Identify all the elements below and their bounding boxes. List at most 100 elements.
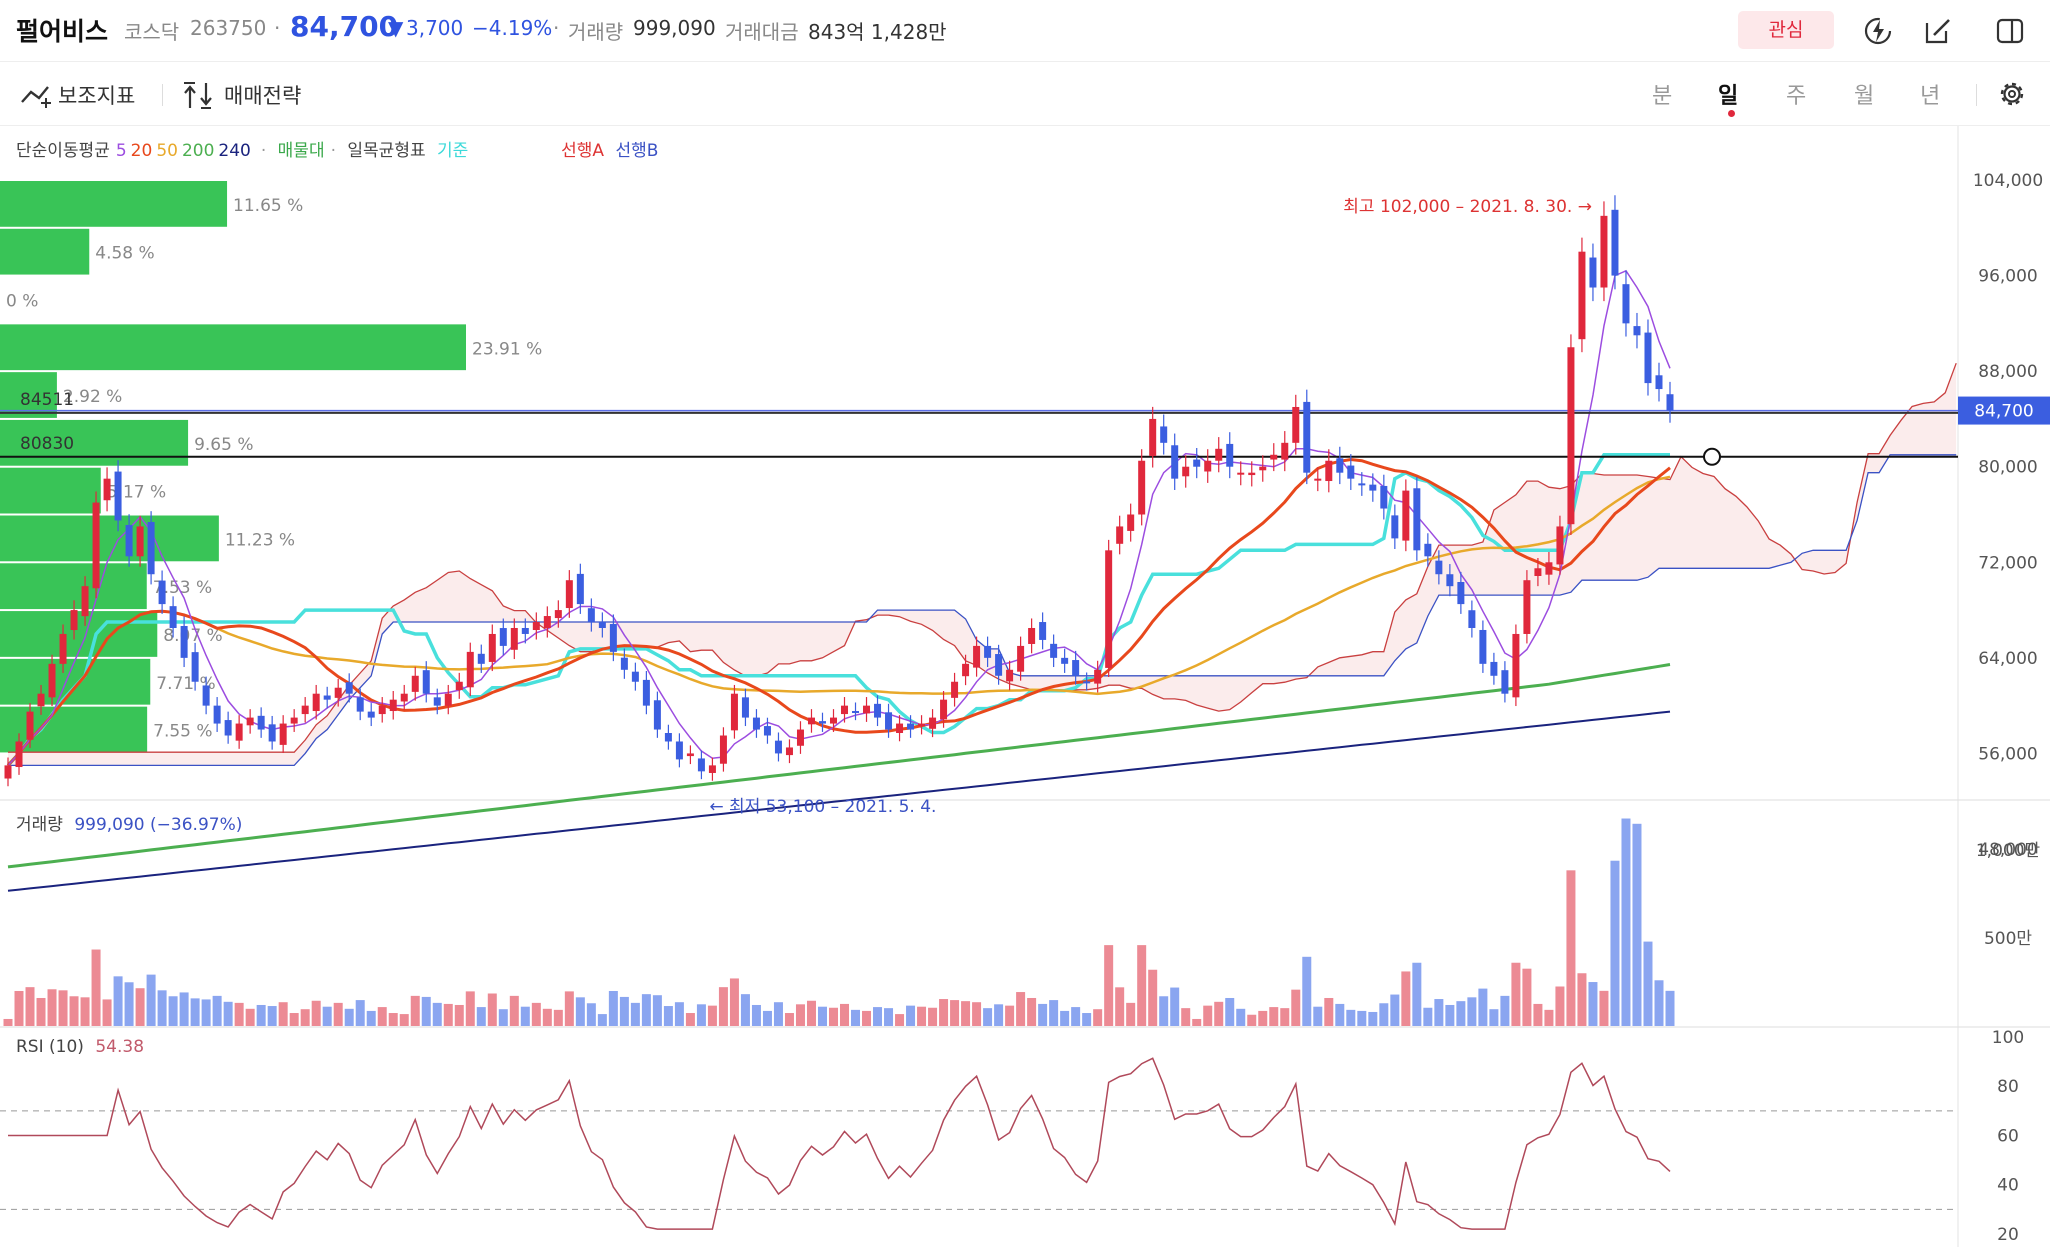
- sma-50-label: 50: [156, 141, 178, 161]
- volume-bar: [663, 1006, 673, 1026]
- ref-line-label: 84511: [20, 390, 74, 410]
- candle-body: [1248, 472, 1256, 476]
- lightning-icon[interactable]: [1862, 15, 1894, 47]
- volume-bar: [851, 1009, 861, 1026]
- period-day[interactable]: 일: [1718, 78, 1738, 110]
- volume-bar: [608, 990, 618, 1026]
- volume-bar: [388, 1013, 398, 1026]
- price-tick-label: 72,000: [1978, 553, 2037, 573]
- volume-bar: [1115, 987, 1125, 1026]
- volume-note: 999,090 (−36.97%): [74, 815, 243, 835]
- volume-bar: [1192, 1018, 1202, 1026]
- volume-bar: [1588, 982, 1598, 1026]
- candle-body: [444, 693, 452, 706]
- candle-body: [257, 715, 265, 730]
- volume-bar: [201, 999, 211, 1026]
- volume-bar: [1610, 860, 1620, 1026]
- edit-icon[interactable]: [1922, 15, 1954, 47]
- volume-bar: [135, 988, 145, 1026]
- candle-body: [829, 717, 837, 724]
- price-tick-label: 64,000: [1978, 649, 2037, 669]
- volume-bar: [531, 1002, 541, 1026]
- volume-bar: [1456, 1001, 1466, 1026]
- candle-body: [1435, 560, 1443, 575]
- candle-body: [1336, 458, 1344, 473]
- volume-bar: [1181, 1008, 1191, 1026]
- candle-body: [411, 675, 419, 692]
- volume-bar: [586, 1003, 596, 1026]
- candle-body: [554, 610, 562, 619]
- candle-body: [466, 651, 474, 688]
- candle-body: [1578, 251, 1586, 340]
- volume-bar: [476, 1007, 486, 1026]
- volume-bar: [1214, 1001, 1224, 1026]
- period-year[interactable]: 년: [1920, 78, 1940, 110]
- volume-bar: [1511, 962, 1521, 1026]
- candle-body: [1556, 526, 1564, 565]
- candle-body: [1237, 472, 1245, 475]
- volume-profile-bar: [0, 228, 90, 275]
- candle-body: [796, 729, 804, 746]
- candle-body: [92, 502, 100, 589]
- volume-bar: [1368, 1011, 1378, 1026]
- candle-body: [852, 711, 860, 714]
- volume-bar: [795, 1004, 805, 1026]
- indicator-button[interactable]: 보조지표: [58, 80, 135, 110]
- volume-bar: [344, 1008, 354, 1026]
- volume-bar: [322, 1006, 332, 1026]
- candle-body: [1094, 669, 1102, 684]
- volume-bar: [718, 987, 728, 1026]
- candle-body: [125, 524, 133, 557]
- period-month[interactable]: 월: [1854, 78, 1874, 110]
- settings-gear-icon[interactable]: [1995, 77, 2029, 111]
- indicator-icon: [21, 86, 51, 108]
- candle-body: [1061, 657, 1069, 664]
- candle-body: [37, 693, 45, 707]
- volume-bar: [146, 974, 156, 1026]
- volume-profile-label: 11.65 %: [233, 196, 303, 216]
- volume-bar: [972, 1002, 982, 1026]
- candle-body: [719, 735, 727, 764]
- volume-bar: [102, 999, 112, 1026]
- candle-body: [785, 747, 793, 756]
- volume-bar: [641, 994, 651, 1026]
- volume-bar: [1126, 1002, 1136, 1026]
- volume-bar: [454, 1004, 464, 1026]
- price-chart[interactable]: 104,000 96,000 88,000 80,000 72,000 64,000 56,…: [0, 126, 2050, 1247]
- candle-body: [609, 624, 617, 652]
- volume-bar: [652, 995, 662, 1026]
- volume-bar: [1533, 1003, 1543, 1026]
- volume-bar: [1104, 945, 1114, 1026]
- strategy-button[interactable]: 매매전략: [224, 80, 301, 110]
- volume-bar: [1137, 945, 1147, 1026]
- period-week[interactable]: 주: [1786, 78, 1806, 110]
- rsi-tick-label: 20: [1997, 1225, 2019, 1245]
- volume-bar: [1555, 986, 1565, 1026]
- candle-body: [1479, 629, 1487, 664]
- volume-bar: [1379, 1003, 1389, 1026]
- candle-body: [752, 717, 760, 730]
- watchlist-button[interactable]: 관심: [1738, 11, 1834, 49]
- crosshair-marker: [1703, 447, 1721, 466]
- candle-body: [114, 471, 122, 521]
- side-panel-icon[interactable]: [1994, 15, 2026, 47]
- high-price-note: 최고 102,000 – 2021. 8. 30. →: [1343, 197, 1592, 217]
- candle-body: [532, 622, 540, 631]
- volume-bar: [366, 1010, 376, 1026]
- candle-body: [1083, 681, 1091, 684]
- volume-bar: [1093, 1009, 1103, 1026]
- volume-bar: [1665, 990, 1675, 1026]
- candle-body: [367, 711, 375, 718]
- volume-bar: [1643, 941, 1653, 1026]
- candle-body: [103, 478, 111, 501]
- candle-body: [26, 711, 34, 740]
- period-minute[interactable]: 분: [1652, 78, 1672, 110]
- candle-body: [907, 723, 915, 730]
- candle-body: [1545, 562, 1553, 575]
- candle-body: [213, 705, 221, 724]
- volume-bar: [1324, 997, 1334, 1026]
- price-tick-label: 88,000: [1978, 362, 2037, 382]
- candle-body: [1050, 643, 1058, 658]
- volume-bar: [256, 1004, 266, 1026]
- candle-body: [48, 663, 56, 698]
